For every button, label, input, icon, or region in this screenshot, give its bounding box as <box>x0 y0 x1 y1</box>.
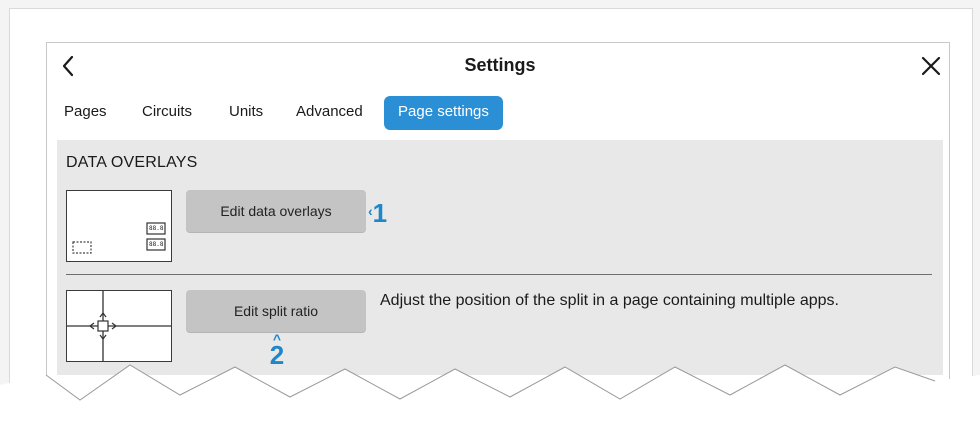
settings-content <box>57 140 943 375</box>
close-icon <box>921 56 941 76</box>
tab-circuits[interactable]: Circuits <box>142 96 192 130</box>
mini-data-label: 88.8 <box>149 225 164 232</box>
split-ratio-move-icon <box>67 291 171 361</box>
data-overlay-thumbnail: 88.8 88.8 <box>66 190 172 262</box>
data-overlays-heading: DATA OVERLAYS <box>66 154 198 171</box>
split-ratio-description: Adjust the position of the split in a pa… <box>380 292 839 309</box>
edit-split-ratio-button[interactable]: Edit split ratio <box>186 290 366 332</box>
callout-number: 1 <box>372 198 388 228</box>
tab-page-settings[interactable]: Page settings <box>384 96 503 130</box>
tab-pages[interactable]: Pages <box>64 96 107 130</box>
back-button[interactable] <box>55 52 81 80</box>
chevron-left-icon <box>62 55 74 77</box>
callout-1: ‹1 <box>368 198 387 229</box>
close-button[interactable] <box>917 52 945 80</box>
split-ratio-thumbnail <box>66 290 172 362</box>
page-title: Settings <box>464 55 536 75</box>
edit-data-overlays-button[interactable]: Edit data overlays <box>186 190 366 232</box>
tab-advanced[interactable]: Advanced <box>296 96 363 130</box>
tab-units[interactable]: Units <box>229 96 263 130</box>
section-divider <box>66 274 932 275</box>
torn-edge-decoration <box>0 364 980 437</box>
mini-data-label: 88.8 <box>149 241 164 248</box>
